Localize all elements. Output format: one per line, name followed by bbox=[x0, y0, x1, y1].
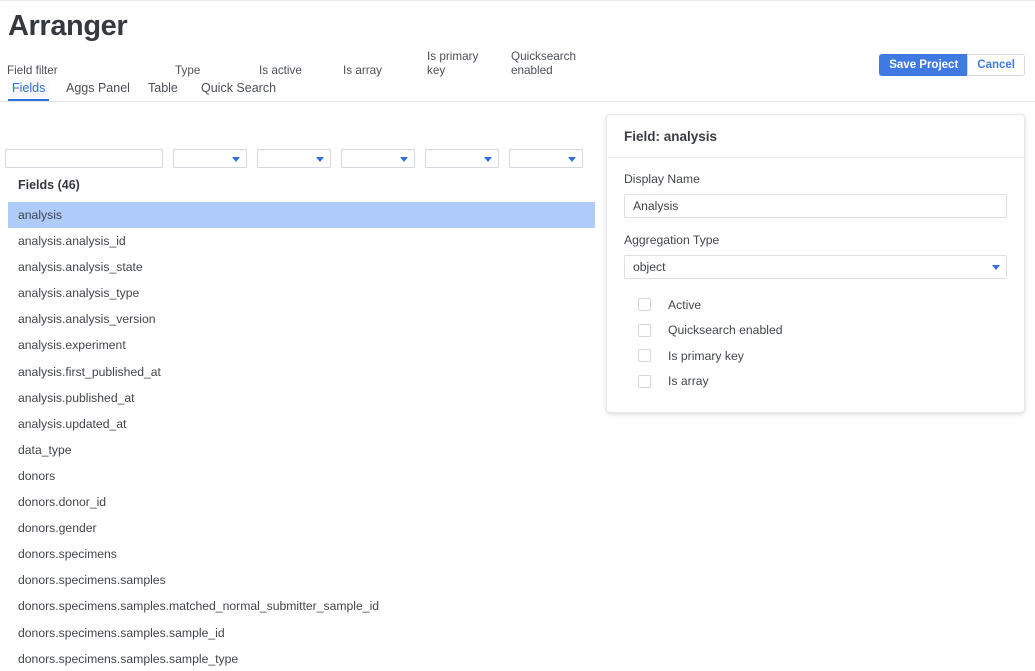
checkbox-label-is-primary-key: Is primary key bbox=[668, 348, 744, 363]
tab-quick-search[interactable]: Quick Search bbox=[197, 78, 280, 101]
filter-label-type: Type bbox=[175, 64, 201, 77]
cancel-button[interactable]: Cancel bbox=[967, 54, 1025, 76]
checkbox-active[interactable] bbox=[638, 298, 651, 312]
save-project-button[interactable]: Save Project bbox=[879, 54, 968, 76]
fields-count-header: Fields (46) bbox=[18, 178, 80, 192]
checkbox-label-active: Active bbox=[668, 297, 702, 312]
list-item[interactable]: analysis.first_published_at bbox=[0, 359, 600, 385]
checkbox-label-quicksearch-enabled: Quicksearch enabled bbox=[668, 323, 783, 338]
filter-label-is-active: Is active bbox=[259, 64, 302, 77]
tab-aggs-panel[interactable]: Aggs Panel bbox=[62, 78, 134, 101]
list-item[interactable]: analysis.analysis_version bbox=[0, 306, 600, 332]
panel-body: Display Name Aggregation Type object Act… bbox=[607, 158, 1024, 412]
filter-row: Field filter Type Is active Is array Is … bbox=[0, 50, 620, 169]
display-name-input[interactable] bbox=[624, 194, 1007, 218]
list-item[interactable]: data_type bbox=[0, 437, 600, 463]
list-item[interactable]: donors.specimens.samples.matched_normal_… bbox=[0, 593, 600, 619]
list-item[interactable]: analysis.updated_at bbox=[0, 411, 600, 437]
checkbox-quicksearch-enabled[interactable] bbox=[638, 323, 651, 337]
checkbox-is-array[interactable] bbox=[638, 374, 651, 388]
chevron-down-icon bbox=[484, 157, 492, 162]
checkbox-row-is-array[interactable]: Is array bbox=[624, 369, 1007, 395]
list-item[interactable]: donors.specimens.samples.sample_id bbox=[0, 620, 600, 646]
page-title: Arranger bbox=[8, 10, 128, 42]
filter-label-quicksearch-enabled: Quicksearch enabled bbox=[511, 50, 576, 77]
list-item[interactable]: donors.gender bbox=[0, 515, 600, 541]
tab-table[interactable]: Table bbox=[144, 78, 182, 101]
is-array-select[interactable] bbox=[341, 149, 415, 168]
checkbox-row-active[interactable]: Active bbox=[624, 292, 1007, 318]
list-item[interactable]: analysis.experiment bbox=[0, 332, 600, 358]
list-item[interactable]: analysis.analysis_type bbox=[0, 280, 600, 306]
chevron-down-icon bbox=[232, 157, 240, 162]
quicksearch-enabled-select[interactable] bbox=[509, 149, 583, 168]
arranger-admin-page: Arranger Save Project Cancel Fields Aggs… bbox=[0, 0, 1035, 671]
list-item[interactable]: analysis.published_at bbox=[0, 385, 600, 411]
list-item[interactable]: donors.specimens bbox=[0, 541, 600, 567]
list-item[interactable]: analysis bbox=[8, 202, 595, 229]
type-select[interactable] bbox=[173, 149, 247, 168]
tab-fields[interactable]: Fields bbox=[8, 78, 50, 101]
aggregation-type-label: Aggregation Type bbox=[624, 233, 720, 247]
display-name-label: Display Name bbox=[624, 172, 700, 186]
chevron-down-icon bbox=[992, 265, 1000, 270]
action-bar: Save Project Cancel bbox=[879, 54, 1025, 76]
chevron-down-icon bbox=[568, 157, 576, 162]
aggregation-type-value: object bbox=[633, 260, 666, 274]
list-item[interactable]: analysis.analysis_id bbox=[0, 228, 600, 254]
checkbox-row-quicksearch-enabled[interactable]: Quicksearch enabled bbox=[624, 318, 1007, 344]
is-primary-key-select[interactable] bbox=[425, 149, 499, 168]
list-item[interactable]: analysis.analysis_state bbox=[0, 254, 600, 280]
aggregation-type-select[interactable]: object bbox=[624, 255, 1007, 279]
list-item[interactable]: donors.donor_id bbox=[0, 489, 600, 515]
list-item[interactable]: donors.specimens.samples.sample_type bbox=[0, 646, 600, 671]
tab-bar: Fields Aggs Panel Table Quick Search bbox=[0, 78, 1035, 102]
checkbox-row-is-primary-key[interactable]: Is primary key bbox=[624, 343, 1007, 369]
checkbox-is-primary-key[interactable] bbox=[638, 349, 651, 363]
chevron-down-icon bbox=[316, 157, 324, 162]
list-item[interactable]: donors bbox=[0, 463, 600, 489]
chevron-down-icon bbox=[400, 157, 408, 162]
is-active-select[interactable] bbox=[257, 149, 331, 168]
field-detail-panel: Field: analysis Display Name Aggregation… bbox=[606, 114, 1025, 413]
field-filter-input[interactable] bbox=[5, 149, 163, 168]
fields-list[interactable]: analysis analysis.analysis_id analysis.a… bbox=[0, 202, 600, 671]
filter-label-is-array: Is array bbox=[343, 64, 382, 77]
filter-label-field-filter: Field filter bbox=[7, 64, 58, 77]
checkbox-label-is-array: Is array bbox=[668, 374, 709, 389]
list-item[interactable]: donors.specimens.samples bbox=[0, 567, 600, 593]
filter-label-is-primary-key: Is primary key bbox=[427, 50, 479, 77]
panel-title: Field: analysis bbox=[607, 115, 1024, 158]
